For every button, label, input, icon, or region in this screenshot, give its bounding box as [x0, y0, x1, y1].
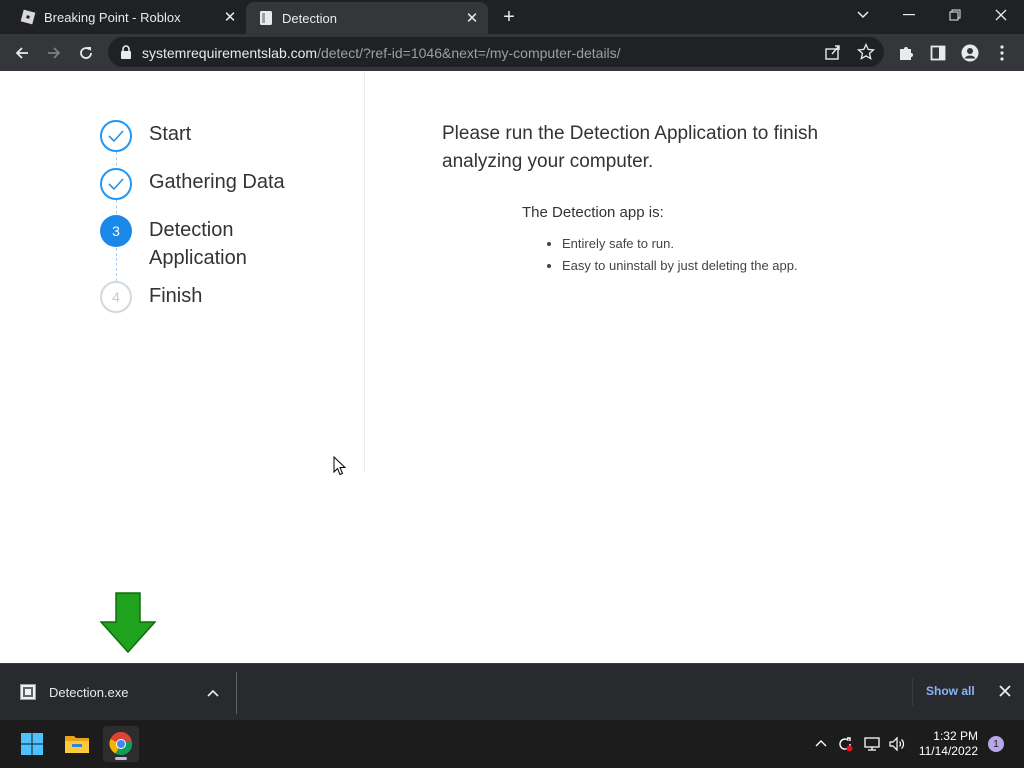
reload-button[interactable]	[73, 40, 99, 66]
reload-icon	[80, 47, 92, 59]
kebab-menu-icon	[1000, 45, 1004, 61]
system-clock[interactable]: 1:32 PM 11/14/2022	[916, 729, 978, 759]
puzzle-icon	[900, 47, 913, 60]
forward-button[interactable]	[41, 40, 67, 66]
step-1-done-indicator	[100, 120, 132, 152]
lock-icon	[120, 45, 132, 64]
restore-icon	[949, 9, 961, 21]
start-button[interactable]	[14, 726, 50, 762]
side-panel-icon	[930, 45, 946, 61]
file-explorer-button[interactable]	[59, 726, 95, 762]
roblox-icon	[20, 9, 36, 25]
chrome-taskbar-button[interactable]	[103, 726, 139, 762]
chevron-down-icon	[857, 11, 869, 19]
checkmark-icon	[108, 130, 124, 142]
divider	[236, 672, 237, 714]
tab-title: Detection	[282, 10, 337, 26]
new-tab-button[interactable]: +	[498, 6, 520, 28]
list-item: Easy to uninstall by just deleting the a…	[562, 256, 798, 278]
windows-logo-icon	[21, 733, 43, 755]
step-2-done-indicator	[100, 168, 132, 200]
back-button[interactable]	[9, 40, 35, 66]
extensions-button[interactable]	[893, 40, 919, 66]
detection-app-heading: The Detection app is:	[522, 204, 664, 221]
running-indicator	[115, 757, 127, 760]
download-arrow-icon	[100, 592, 156, 654]
step-4-label: Finish	[149, 285, 203, 307]
page-headline: Please run the Detection Application to …	[442, 123, 819, 172]
step-connector	[116, 200, 117, 214]
network-icon[interactable]	[863, 735, 881, 753]
download-shelf: Detection.exe Show all	[0, 663, 1024, 720]
chevron-up-icon[interactable]	[812, 735, 830, 753]
download-file-name: Detection.exe	[49, 685, 129, 700]
close-shelf-icon[interactable]	[998, 684, 1014, 700]
restore-button[interactable]	[932, 0, 978, 30]
profile-button[interactable]	[957, 40, 983, 66]
address-bar[interactable]: systemrequirementslab.com/detect/?ref-id…	[108, 37, 884, 67]
detection-app-benefits: Entirely safe to run. Easy to uninstall …	[544, 234, 798, 278]
side-panel-button[interactable]	[925, 40, 951, 66]
arrow-left-icon	[15, 47, 28, 59]
browser-toolbar: systemrequirementslab.com/detect/?ref-id…	[0, 34, 1024, 71]
web-page: Start Gathering Data 3 Detection Applica…	[0, 71, 1024, 663]
step-3-label: Detection Application	[149, 219, 247, 269]
step-1-label: Start	[149, 123, 192, 145]
step-3-number: 3	[100, 215, 132, 247]
tab-roblox[interactable]: Breaking Point - Roblox ✕	[0, 0, 246, 34]
arrow-right-icon	[48, 47, 61, 59]
screen: Breaking Point - Roblox ✕ Detection ✕ +	[0, 0, 1024, 768]
star-icon[interactable]	[856, 42, 876, 61]
menu-button[interactable]	[989, 40, 1015, 66]
sync-icon[interactable]	[836, 735, 854, 753]
show-all-downloads-link[interactable]: Show all	[926, 684, 975, 698]
close-icon	[995, 9, 1007, 21]
volume-icon[interactable]	[888, 735, 906, 753]
tab-detection[interactable]: Detection ✕	[246, 2, 488, 34]
executable-file-icon	[20, 684, 36, 705]
download-item[interactable]: Detection.exe	[0, 664, 236, 721]
column-divider	[364, 71, 365, 471]
url-path: /detect/?ref-id=1046&next=/my-computer-d…	[317, 45, 621, 61]
clock-date: 11/14/2022	[918, 744, 978, 758]
url-host: systemrequirementslab.com	[142, 45, 318, 61]
folder-icon	[65, 736, 89, 753]
clock-time: 1:32 PM	[933, 729, 978, 743]
tab-search-button[interactable]	[840, 0, 886, 30]
close-tab-icon[interactable]: ✕	[220, 7, 240, 27]
chrome-icon	[109, 732, 133, 756]
browser-tab-strip: Breaking Point - Roblox ✕ Detection ✕ +	[0, 0, 1024, 34]
windows-taskbar: 1:32 PM 11/14/2022 1	[0, 720, 1024, 768]
mouse-cursor-icon	[333, 456, 347, 476]
tab-title: Breaking Point - Roblox	[44, 9, 181, 25]
minimize-button[interactable]	[886, 0, 932, 30]
avatar-icon	[961, 44, 979, 62]
checkmark-icon	[108, 178, 124, 190]
close-window-button[interactable]	[978, 0, 1024, 30]
close-tab-icon[interactable]: ✕	[462, 8, 482, 28]
step-connector	[116, 152, 117, 166]
document-icon	[258, 10, 274, 26]
step-2-label: Gathering Data	[149, 171, 285, 193]
notification-badge[interactable]: 1	[988, 736, 1004, 752]
share-icon[interactable]	[824, 43, 842, 61]
step-4-number: 4	[100, 281, 132, 313]
chevron-up-icon[interactable]	[204, 684, 222, 702]
divider	[912, 678, 913, 706]
minimize-icon	[903, 14, 915, 16]
list-item: Entirely safe to run.	[562, 234, 798, 256]
url-text: systemrequirementslab.com/detect/?ref-id…	[142, 45, 621, 61]
